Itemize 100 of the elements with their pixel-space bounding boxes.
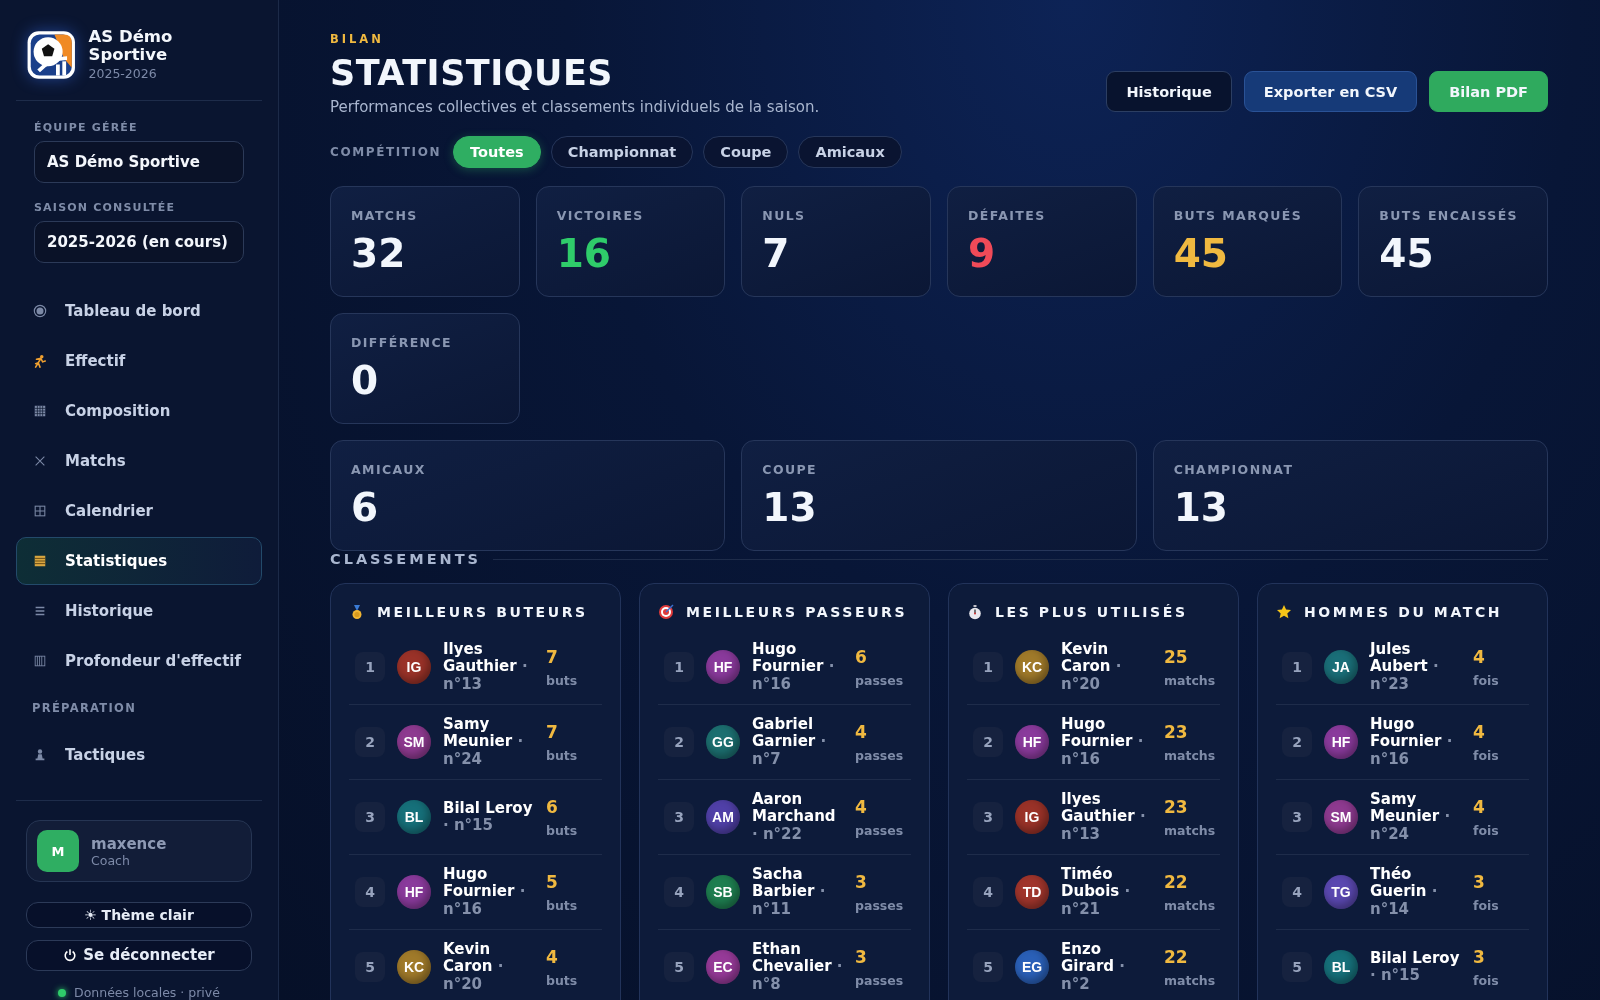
- player-avatar: TG: [1324, 875, 1358, 909]
- stat-value: 6: [351, 485, 380, 531]
- footer-note: Données locales · privé: [74, 985, 220, 1000]
- stat-value: 45: [1379, 231, 1435, 277]
- rank-badge: 1: [973, 652, 1003, 682]
- star-icon: [1276, 604, 1292, 620]
- player-avatar: SM: [397, 725, 431, 759]
- stat-unit: buts: [546, 897, 578, 913]
- rank-badge: 4: [1282, 877, 1312, 907]
- stat-unit: buts: [546, 747, 578, 763]
- stat-unit: matchs: [1164, 672, 1216, 688]
- eyebrow-label: BILAN: [330, 32, 385, 46]
- grid-icon: [33, 403, 47, 418]
- player-name: Ilyes Gauthier · n°13: [443, 640, 529, 694]
- stat-unit: matchs: [1164, 972, 1216, 988]
- filter-chip[interactable]: Championnat: [550, 136, 694, 168]
- stat-unit: fois: [1473, 897, 1499, 913]
- player-name: Samy Meunier · n°24: [443, 715, 525, 769]
- rank-badge: 1: [664, 652, 694, 682]
- theme-button[interactable]: ☀ Thème clair: [26, 902, 252, 928]
- player-avatar: EC: [706, 950, 740, 984]
- page-title: STATISTIQUES: [330, 52, 615, 94]
- stat-unit: fois: [1473, 972, 1499, 988]
- filter-label: COMPÉTITION: [330, 145, 442, 159]
- player-name: Hugo Fournier · n°16: [1061, 715, 1145, 769]
- stat-count: 22: [1164, 946, 1188, 967]
- radio-icon: [33, 303, 47, 318]
- player-avatar: TD: [1015, 875, 1049, 909]
- card-title: HOMMES DU MATCH: [1304, 604, 1503, 620]
- sidebar-item[interactable]: Historique: [16, 586, 262, 635]
- player-name: Ethan Chevalier · n°8: [752, 940, 843, 994]
- stat-label: NULS: [762, 208, 807, 223]
- stat-value: 0: [351, 358, 380, 404]
- sidebar-item[interactable]: Statistiques: [16, 536, 262, 585]
- sidebar-item[interactable]: Effectif: [16, 336, 262, 385]
- player-name: Bilal Leroy · n°15: [1370, 949, 1461, 985]
- field-label: SAISON CONSULTÉE: [34, 200, 177, 214]
- logout-button[interactable]: Se déconnecter: [26, 939, 252, 971]
- stat-unit: passes: [855, 672, 904, 688]
- sidebar-item[interactable]: Matchs: [16, 436, 262, 485]
- action-button[interactable]: Historique: [1106, 71, 1232, 112]
- player-name: Kevin Caron · n°20: [1061, 640, 1123, 694]
- player-name: Hugo Fournier · n°16: [752, 640, 836, 694]
- action-button[interactable]: Exporter en CSV: [1243, 71, 1418, 112]
- player-avatar: GG: [706, 725, 740, 759]
- rank-badge: 2: [1282, 727, 1312, 757]
- stat-label: AMICAUX: [351, 462, 427, 477]
- target-icon: [658, 604, 674, 620]
- stat-unit: matchs: [1164, 747, 1216, 763]
- stat-label: CHAMPIONNAT: [1173, 462, 1295, 477]
- columns-icon: [33, 653, 47, 668]
- stat-count: 6: [855, 646, 867, 667]
- stat-unit: buts: [546, 672, 578, 688]
- player-avatar: HF: [706, 650, 740, 684]
- stat-count: 23: [1164, 796, 1188, 817]
- rank-badge: 3: [1282, 802, 1312, 832]
- stat-unit: fois: [1473, 747, 1499, 763]
- player-name: Jules Aubert · n°23: [1370, 640, 1440, 694]
- user-avatar: M: [37, 830, 79, 873]
- stat-count: 4: [1473, 721, 1485, 742]
- sidebar-item[interactable]: Tableau de bord: [16, 286, 262, 335]
- player-avatar: SM: [1324, 800, 1358, 834]
- stat-label: BUTS MARQUÉS: [1173, 208, 1304, 223]
- ledger-icon: [33, 553, 47, 568]
- stat-value: 13: [762, 485, 818, 531]
- stat-count: 25: [1164, 646, 1188, 667]
- sidebar-item[interactable]: Calendrier: [16, 486, 262, 535]
- user-role: Coach: [91, 852, 131, 868]
- rank-badge: 1: [1282, 652, 1312, 682]
- player-avatar: KC: [1015, 650, 1049, 684]
- player-avatar: KC: [397, 950, 431, 984]
- rank-badge: 2: [355, 727, 385, 757]
- rank-badge: 5: [1282, 952, 1312, 982]
- player-name: Timéo Dubois · n°21: [1061, 865, 1132, 919]
- stat-value: 7: [762, 231, 791, 277]
- sidebar-item[interactable]: Composition: [16, 386, 262, 435]
- user-name: maxence: [91, 834, 167, 853]
- player-name: Théo Guerin · n°14: [1370, 865, 1439, 919]
- player-name: Aaron Marchand · n°22: [752, 790, 837, 844]
- calendar-icon: [33, 503, 47, 518]
- player-name: Kevin Caron · n°20: [443, 940, 505, 994]
- rank-badge: 4: [973, 877, 1003, 907]
- rank-badge: 3: [973, 802, 1003, 832]
- team-select[interactable]: AS Démo Sportive: [34, 140, 244, 183]
- sidebar-item[interactable]: Profondeur d'effectif: [16, 636, 262, 685]
- player-name: Sacha Barbier · n°11: [752, 865, 827, 919]
- rank-badge: 1: [355, 652, 385, 682]
- rank-badge: 3: [664, 802, 694, 832]
- card-title: LES PLUS UTILISÉS: [995, 604, 1188, 620]
- season-select[interactable]: 2025-2026 (en cours): [34, 220, 244, 263]
- sidebar-item[interactable]: Tactiques: [16, 730, 262, 779]
- rank-badge: 5: [664, 952, 694, 982]
- filter-chip[interactable]: Amicaux: [798, 136, 902, 168]
- filter-chip[interactable]: Coupe: [703, 136, 789, 168]
- stat-count: 7: [546, 721, 558, 742]
- stat-count: 4: [855, 796, 867, 817]
- player-icon: [33, 353, 47, 368]
- season-label: 2025-2026: [88, 66, 158, 81]
- stat-label: DÉFAITES: [968, 208, 1047, 223]
- player-name: Enzo Girard · n°2: [1061, 940, 1127, 994]
